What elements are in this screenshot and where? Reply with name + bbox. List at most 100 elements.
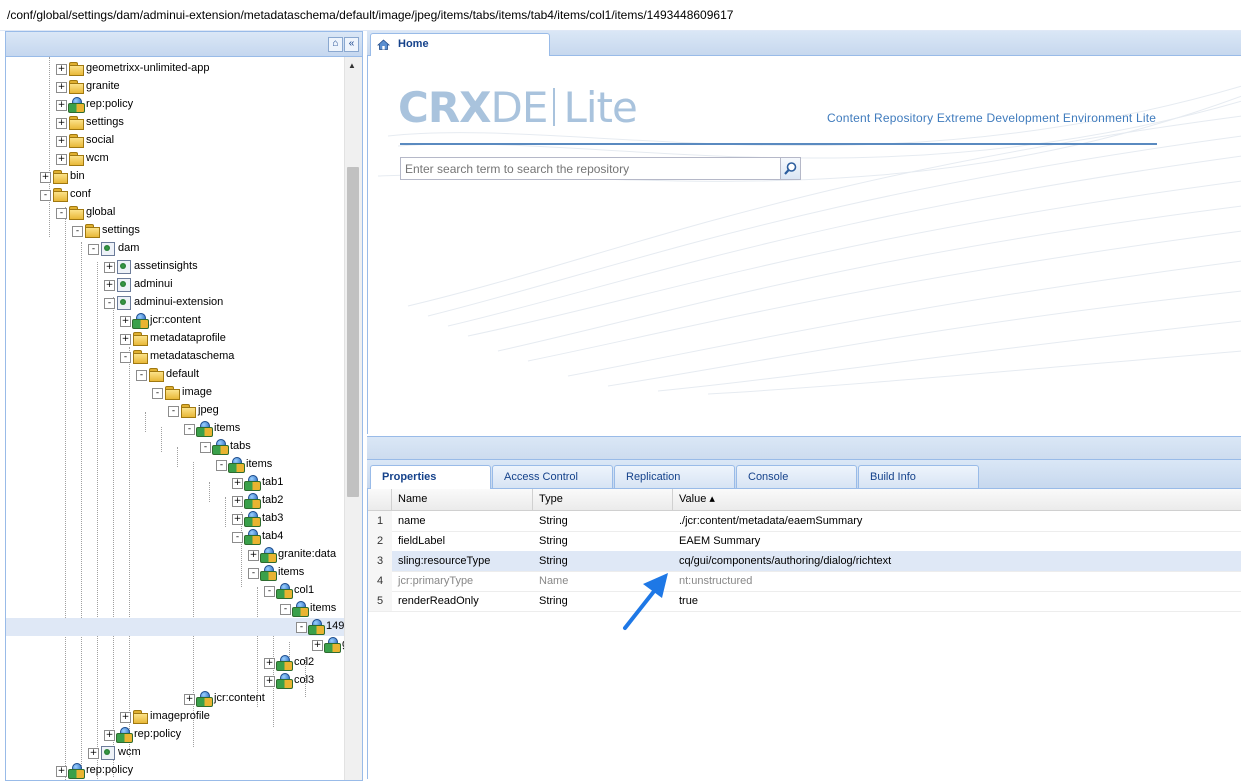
collapse-icon[interactable]: - (168, 406, 179, 417)
property-name[interactable]: name (392, 511, 533, 531)
expand-icon[interactable]: + (120, 334, 131, 345)
property-value[interactable]: cq/gui/components/authoring/dialog/richt… (673, 551, 1241, 571)
tree-node[interactable]: - dam (6, 240, 344, 258)
expand-icon[interactable]: + (104, 280, 115, 291)
expand-icon[interactable]: + (232, 514, 243, 525)
table-row[interactable]: 3 sling:resourceType String cq/gui/componen… (368, 551, 1241, 572)
tree-scrollbar[interactable]: ▲ (344, 57, 362, 780)
grid-header-value[interactable]: Value ▴ (673, 489, 1241, 510)
expand-icon[interactable]: + (248, 550, 259, 561)
property-name[interactable]: fieldLabel (392, 531, 533, 551)
expand-icon[interactable]: + (104, 730, 115, 741)
collapse-icon[interactable]: - (40, 190, 51, 201)
tree-node[interactable]: - tab4 (6, 528, 344, 546)
tab-properties[interactable]: Properties (370, 465, 491, 489)
tree-node[interactable]: - col1 (6, 582, 344, 600)
tree-node[interactable]: - settings (6, 222, 344, 240)
expand-icon[interactable]: + (56, 100, 67, 111)
collapse-icon[interactable]: - (152, 388, 163, 399)
collapse-panel-button[interactable]: « (344, 37, 359, 52)
expand-icon[interactable]: + (232, 496, 243, 507)
tree-node[interactable]: + col3 (6, 672, 344, 690)
tree-node[interactable]: + adminui (6, 276, 344, 294)
table-row[interactable]: 1 name String ./jcr:content/metadata/eaemSu… (368, 511, 1241, 532)
collapse-icon[interactable]: - (264, 586, 275, 597)
collapse-icon[interactable]: - (248, 568, 259, 579)
scroll-up-icon[interactable]: ▲ (348, 61, 356, 70)
collapse-icon[interactable]: - (56, 208, 67, 219)
tab-build-info[interactable]: Build Info (858, 465, 979, 488)
grid-header-type[interactable]: Type (533, 489, 673, 510)
property-name[interactable]: jcr:primaryType (392, 571, 533, 591)
tree-node[interactable]: + settings (6, 114, 344, 132)
expand-icon[interactable]: + (232, 478, 243, 489)
tree-node[interactable]: - jpeg (6, 402, 344, 420)
collapse-icon[interactable]: - (72, 226, 83, 237)
search-button[interactable] (780, 158, 800, 179)
search-input[interactable] (401, 158, 779, 179)
expand-icon[interactable]: + (56, 82, 67, 93)
tab-home[interactable]: Home (370, 33, 550, 56)
tree-node[interactable]: - default (6, 366, 344, 384)
collapse-icon[interactable]: - (184, 424, 195, 435)
tree-node[interactable]: + bin (6, 168, 344, 186)
property-type[interactable]: Name (533, 571, 673, 591)
expand-icon[interactable]: + (56, 118, 67, 129)
property-value[interactable]: EAEM Summary (673, 531, 1241, 551)
expand-icon[interactable]: + (40, 172, 51, 183)
property-value[interactable]: nt:unstructured (673, 571, 1241, 591)
collapse-icon[interactable]: - (200, 442, 211, 453)
tree-node[interactable]: + metadataprofile (6, 330, 344, 348)
tree-node[interactable]: + tab3 (6, 510, 344, 528)
tree-node[interactable]: - metadataschema (6, 348, 344, 366)
panel-splitter[interactable] (367, 436, 1241, 460)
tree-node[interactable]: - items (6, 600, 344, 618)
collapse-icon[interactable]: - (232, 532, 243, 543)
property-type[interactable]: String (533, 551, 673, 571)
tree-node[interactable]: - global (6, 204, 344, 222)
collapse-icon[interactable]: - (280, 604, 291, 615)
table-row[interactable]: 4 jcr:primaryType Name nt:unstructured (368, 571, 1241, 592)
expand-icon[interactable]: + (88, 748, 99, 759)
tree-node[interactable]: - conf (6, 186, 344, 204)
tree-node[interactable]: + rep:policy (6, 762, 344, 780)
tree-node[interactable]: + assetinsights (6, 258, 344, 276)
expand-icon[interactable]: + (56, 154, 67, 165)
property-type[interactable]: String (533, 531, 673, 551)
expand-icon[interactable]: + (120, 316, 131, 327)
tree-node[interactable]: - tabs (6, 438, 344, 456)
tree-node[interactable]: + granite (6, 78, 344, 96)
tab-replication[interactable]: Replication (614, 465, 735, 488)
tree-node[interactable]: - image (6, 384, 344, 402)
tree-node[interactable]: + tab1 (6, 474, 344, 492)
tree-node[interactable]: + wcm (6, 150, 344, 168)
tree-node[interactable]: + imageprofile (6, 708, 344, 726)
tab-access-control[interactable]: Access Control (492, 465, 613, 488)
tree-node[interactable]: - adminui-extension (6, 294, 344, 312)
collapse-icon[interactable]: - (120, 352, 131, 363)
table-row[interactable]: 2 fieldLabel String EAEM Summary (368, 531, 1241, 552)
scrollbar-thumb[interactable] (347, 167, 359, 497)
tab-console[interactable]: Console (736, 465, 857, 488)
collapse-icon[interactable]: - (88, 244, 99, 255)
tree-node[interactable]: + jcr:content (6, 690, 344, 708)
expand-icon[interactable]: + (56, 766, 67, 777)
tree-node[interactable]: + col2 (6, 654, 344, 672)
tree-node[interactable]: +gra (6, 636, 344, 654)
tree-node[interactable]: - items (6, 564, 344, 582)
property-type[interactable]: String (533, 591, 673, 611)
property-name[interactable]: renderReadOnly (392, 591, 533, 611)
collapse-icon[interactable]: - (136, 370, 147, 381)
property-type[interactable]: String (533, 511, 673, 531)
tree-node[interactable]: + rep:policy (6, 726, 344, 744)
tree-node[interactable]: + wcm (6, 744, 344, 762)
tree-node[interactable]: - items (6, 420, 344, 438)
expand-icon[interactable]: + (56, 64, 67, 75)
tree-node[interactable]: - items (6, 456, 344, 474)
property-value[interactable]: true (673, 591, 1241, 611)
tree-node[interactable]: - 14934 (6, 618, 344, 636)
tree-node[interactable]: + geometrixx-unlimited-app (6, 60, 344, 78)
expand-icon[interactable]: + (264, 658, 275, 669)
collapse-icon[interactable]: - (104, 298, 115, 309)
expand-icon[interactable]: + (264, 676, 275, 687)
